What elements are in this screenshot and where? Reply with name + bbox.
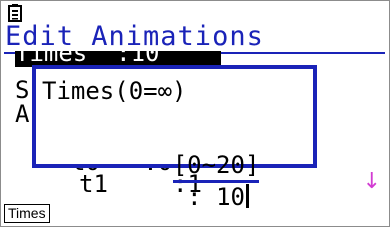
input-value: 10 (216, 183, 245, 211)
battery-icon (7, 4, 27, 22)
dialog-title: Times(0=∞) (42, 77, 187, 105)
input-range-label: [0~20] (172, 151, 260, 183)
f1-times-button[interactable]: Times (4, 204, 50, 223)
background-row-a: A (15, 100, 30, 128)
input-separator: : (187, 183, 202, 211)
scroll-down-icon: ↓ (362, 169, 381, 194)
times-input-dialog: Times(0=∞) [0~20] : 10 (32, 65, 317, 211)
times-input-field[interactable]: [0~20] : 10 (86, 123, 276, 211)
text-cursor (245, 184, 249, 208)
calculator-screen: Edit Animations Times :10 S A t0 :0 t1 :… (0, 0, 390, 227)
selected-row-label: Times :10 (15, 51, 160, 67)
page-title: Edit Animations (5, 21, 264, 52)
